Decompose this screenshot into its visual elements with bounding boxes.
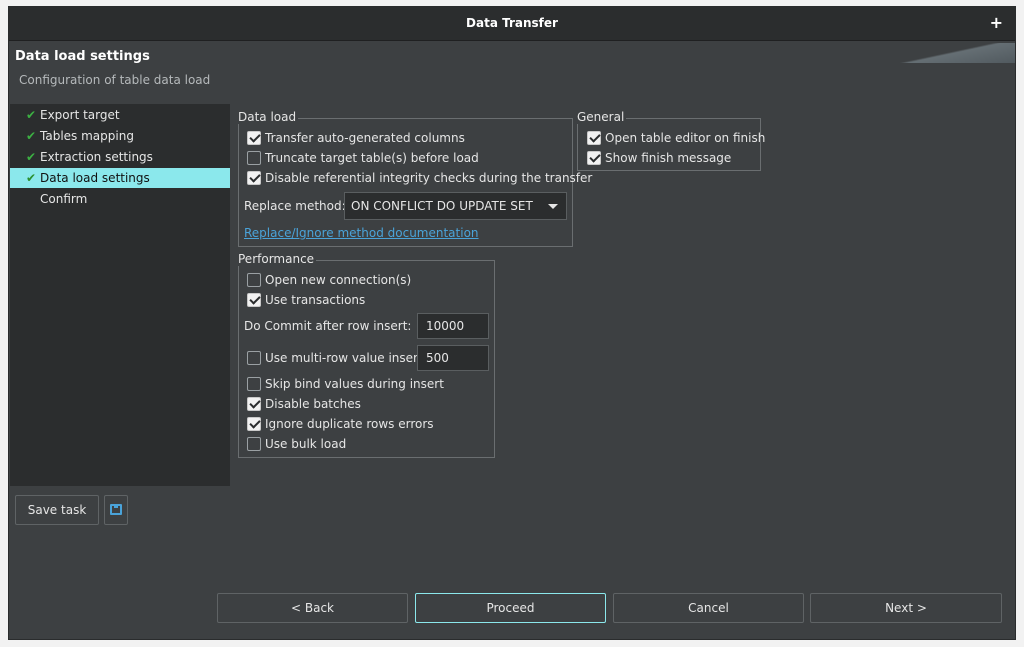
transfer-auto-generated-checkbox[interactable]: Transfer auto-generated columns bbox=[247, 129, 465, 147]
data-transfer-window: Data Transfer + Data load settings Confi… bbox=[8, 6, 1016, 640]
nav-item-export-target[interactable]: ✔ Export target bbox=[10, 105, 230, 125]
proceed-button[interactable]: Proceed bbox=[415, 593, 606, 623]
checkbox-label: Ignore duplicate rows errors bbox=[265, 417, 434, 431]
next-button[interactable]: Next > bbox=[810, 593, 1002, 623]
page-subtitle: Configuration of table data load bbox=[19, 73, 211, 87]
replace-method-value: ON CONFLICT DO UPDATE SET bbox=[351, 199, 533, 213]
truncate-target-checkbox[interactable]: Truncate target table(s) before load bbox=[247, 149, 479, 167]
replace-method-select[interactable]: ON CONFLICT DO UPDATE SET bbox=[344, 192, 567, 220]
checkbox-unchecked-icon bbox=[247, 151, 261, 165]
nav-item-extraction-settings[interactable]: ✔ Extraction settings bbox=[10, 147, 230, 167]
window-title: Data Transfer bbox=[466, 16, 558, 30]
ignore-duplicates-checkbox[interactable]: Ignore duplicate rows errors bbox=[247, 415, 434, 433]
general-group-label: General bbox=[577, 110, 627, 124]
show-finish-message-checkbox[interactable]: Show finish message bbox=[587, 149, 731, 167]
checkbox-unchecked-icon bbox=[247, 437, 261, 451]
checkbox-checked-icon bbox=[587, 151, 601, 165]
checkbox-unchecked-icon bbox=[247, 377, 261, 391]
checkbox-unchecked-icon bbox=[247, 273, 261, 287]
checkbox-label: Disable referential integrity checks dur… bbox=[265, 171, 593, 185]
checkbox-label: Use bulk load bbox=[265, 437, 347, 451]
nav-item-confirm[interactable]: Confirm bbox=[10, 189, 230, 209]
disable-ref-integrity-checkbox[interactable]: Disable referential integrity checks dur… bbox=[247, 169, 592, 187]
check-icon: ✔ bbox=[26, 129, 37, 143]
checkbox-label: Use multi-row value insert bbox=[265, 351, 423, 365]
commit-after-label: Do Commit after row insert: bbox=[244, 319, 412, 333]
open-new-connections-checkbox[interactable]: Open new connection(s) bbox=[247, 271, 411, 289]
check-icon: ✔ bbox=[26, 171, 37, 185]
checkbox-label: Show finish message bbox=[605, 151, 732, 165]
cancel-button[interactable]: Cancel bbox=[613, 593, 804, 623]
nav-item-label: Extraction settings bbox=[40, 150, 153, 164]
nav-item-label: Data load settings bbox=[40, 171, 150, 185]
checkbox-checked-icon bbox=[587, 131, 601, 145]
dropdown-arrow-icon bbox=[548, 204, 558, 209]
replace-method-doc-link[interactable]: Replace/Ignore method documentation bbox=[244, 226, 479, 240]
checkbox-label: Skip bind values during insert bbox=[265, 377, 444, 391]
back-button[interactable]: < Back bbox=[217, 593, 408, 623]
nav-item-data-load-settings[interactable]: ✔ Data load settings bbox=[10, 168, 230, 188]
checkbox-unchecked-icon bbox=[247, 351, 261, 365]
checkbox-label: Disable batches bbox=[265, 397, 361, 411]
save-task-button[interactable]: Save task bbox=[15, 495, 99, 525]
open-table-editor-checkbox[interactable]: Open table editor on finish bbox=[587, 129, 765, 147]
checkbox-label: Open table editor on finish bbox=[605, 131, 766, 145]
disable-batches-checkbox[interactable]: Disable batches bbox=[247, 395, 361, 413]
multi-row-count-input[interactable]: 500 bbox=[417, 345, 489, 371]
maximize-icon[interactable]: + bbox=[990, 13, 1003, 32]
save-task-icon-button[interactable] bbox=[104, 495, 128, 525]
checkbox-label: Use transactions bbox=[265, 293, 366, 307]
page-title: Data load settings bbox=[15, 49, 150, 64]
checkbox-checked-icon bbox=[247, 171, 261, 185]
checkbox-label: Truncate target table(s) before load bbox=[265, 151, 479, 165]
use-transactions-checkbox[interactable]: Use transactions bbox=[247, 291, 365, 309]
nav-item-tables-mapping[interactable]: ✔ Tables mapping bbox=[10, 126, 230, 146]
check-icon: ✔ bbox=[26, 108, 37, 122]
checkbox-checked-icon bbox=[247, 131, 261, 145]
title-bar: Data Transfer + bbox=[9, 7, 1015, 41]
checkbox-checked-icon bbox=[247, 293, 261, 307]
banner-decoration bbox=[885, 43, 1015, 63]
save-icon bbox=[110, 504, 122, 515]
performance-group-label: Performance bbox=[238, 252, 317, 266]
nav-item-label: Confirm bbox=[40, 192, 88, 206]
data-load-group-label: Data load bbox=[238, 110, 299, 124]
checkbox-checked-icon bbox=[247, 417, 261, 431]
nav-item-label: Export target bbox=[40, 108, 120, 122]
check-icon: ✔ bbox=[26, 150, 37, 164]
multi-row-insert-checkbox[interactable]: Use multi-row value insert bbox=[247, 349, 423, 367]
wizard-page-list: ✔ Export target ✔ Tables mapping ✔ Extracti… bbox=[10, 104, 230, 486]
commit-after-input[interactable]: 10000 bbox=[417, 313, 489, 339]
use-bulk-load-checkbox[interactable]: Use bulk load bbox=[247, 435, 346, 453]
replace-method-label: Replace method: bbox=[244, 199, 346, 213]
checkbox-label: Transfer auto-generated columns bbox=[265, 131, 465, 145]
nav-item-label: Tables mapping bbox=[40, 129, 134, 143]
checkbox-checked-icon bbox=[247, 397, 261, 411]
skip-bind-values-checkbox[interactable]: Skip bind values during insert bbox=[247, 375, 444, 393]
checkbox-label: Open new connection(s) bbox=[265, 273, 412, 287]
